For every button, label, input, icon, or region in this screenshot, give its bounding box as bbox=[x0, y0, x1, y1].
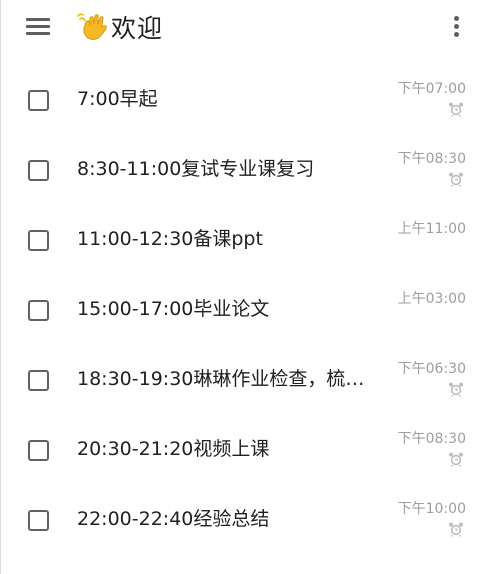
alarm-clock-icon bbox=[449, 102, 463, 117]
task-row[interactable]: 8:30-11:00复试专业课复习 下午08:30 bbox=[1, 136, 486, 206]
alarm-clock-icon bbox=[449, 452, 463, 467]
task-title: 18:30-19:30琳琳作业检查，梳… bbox=[77, 368, 365, 390]
task-checkbox[interactable] bbox=[28, 160, 49, 181]
task-time: 上午11:00 bbox=[397, 221, 466, 237]
task-checkbox[interactable] bbox=[28, 440, 49, 461]
task-title: 7:00早起 bbox=[77, 88, 158, 110]
task-time: 下午06:30 bbox=[397, 361, 466, 377]
task-row[interactable]: 20:30-21:20视频上课 下午08:30 bbox=[1, 416, 486, 486]
task-title: 8:30-11:00复试专业课复习 bbox=[77, 158, 315, 180]
task-checkbox[interactable] bbox=[28, 90, 49, 111]
app-header: 欢迎 bbox=[1, 0, 486, 58]
alarm-clock-icon bbox=[449, 382, 463, 397]
task-checkbox[interactable] bbox=[28, 370, 49, 391]
task-title: 22:00-22:40经验总结 bbox=[77, 508, 270, 530]
task-row[interactable]: 15:00-17:00毕业论文 上午03:00 bbox=[1, 276, 486, 346]
waving-hand-icon bbox=[77, 13, 107, 40]
more-vertical-icon[interactable] bbox=[450, 14, 464, 40]
task-time: 上午03:00 bbox=[397, 291, 466, 307]
title-text: 欢迎 bbox=[111, 14, 164, 43]
alarm-clock-icon bbox=[449, 172, 463, 187]
task-time: 下午08:30 bbox=[397, 151, 466, 167]
task-time: 下午08:30 bbox=[397, 431, 466, 447]
hamburger-menu-icon[interactable] bbox=[26, 16, 52, 36]
app-window: 欢迎 7:00早起 下午07:00 8:30-11:00复试专业课复习 下午08… bbox=[0, 0, 486, 574]
task-row[interactable]: 7:00早起 下午07:00 bbox=[1, 66, 486, 136]
task-checkbox[interactable] bbox=[28, 300, 49, 321]
task-time: 下午07:00 bbox=[397, 81, 466, 97]
alarm-clock-icon bbox=[449, 522, 463, 537]
task-row[interactable]: 18:30-19:30琳琳作业检查，梳… 下午06:30 bbox=[1, 346, 486, 416]
task-checkbox[interactable] bbox=[28, 510, 49, 531]
task-list: 7:00早起 下午07:00 8:30-11:00复试专业课复习 下午08:30… bbox=[1, 66, 486, 556]
task-title: 15:00-17:00毕业论文 bbox=[77, 298, 270, 320]
task-row[interactable]: 22:00-22:40经验总结 下午10:00 bbox=[1, 486, 486, 556]
task-time: 下午10:00 bbox=[397, 501, 466, 517]
task-title: 11:00-12:30备课ppt bbox=[77, 228, 263, 250]
task-row[interactable]: 11:00-12:30备课ppt 上午11:00 bbox=[1, 206, 486, 276]
task-checkbox[interactable] bbox=[28, 230, 49, 251]
task-title: 20:30-21:20视频上课 bbox=[77, 438, 270, 460]
page-title: 欢迎 bbox=[77, 9, 163, 45]
